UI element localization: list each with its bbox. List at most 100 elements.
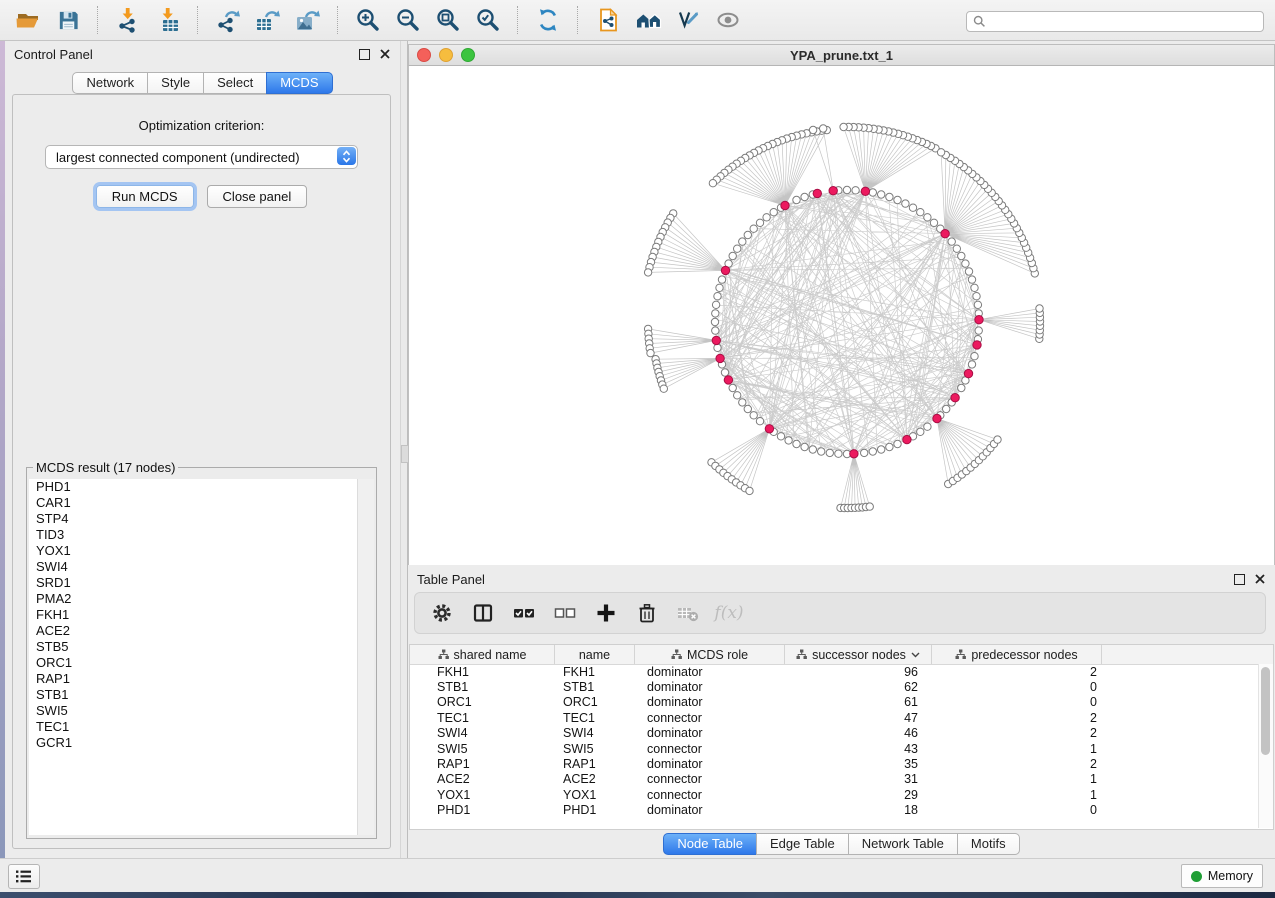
column-header-shared-name[interactable]: shared name [410, 645, 555, 664]
mcds-result-item[interactable]: STB5 [29, 639, 374, 655]
table-row[interactable]: FKH1FKH1dominator962 [410, 664, 1259, 679]
network-hub-node[interactable] [829, 187, 837, 195]
network-node[interactable] [866, 503, 873, 510]
network-hub-node[interactable] [861, 187, 869, 195]
network-node[interactable] [869, 448, 876, 455]
task-history-button[interactable] [8, 864, 40, 889]
network-node[interactable] [1036, 305, 1043, 312]
network-hub-node[interactable] [716, 354, 724, 362]
function-builder-icon[interactable]: f(x) [717, 601, 741, 625]
network-node[interactable] [826, 449, 833, 456]
network-node[interactable] [734, 392, 741, 399]
network-node[interactable] [971, 284, 978, 291]
panel-split-divider[interactable] [400, 41, 408, 858]
network-node[interactable] [801, 193, 808, 200]
table-scrollbar[interactable] [1258, 664, 1273, 828]
network-node[interactable] [793, 196, 800, 203]
network-node[interactable] [660, 385, 667, 392]
tab-select[interactable]: Select [203, 72, 267, 94]
network-node[interactable] [861, 449, 868, 456]
float-table-panel-icon[interactable] [1234, 574, 1245, 585]
network-hub-node[interactable] [975, 316, 983, 324]
mcds-result-item[interactable]: ORC1 [29, 655, 374, 671]
open-file-icon[interactable] [11, 3, 45, 37]
network-hub-node[interactable] [933, 414, 941, 422]
mcds-result-item[interactable]: FKH1 [29, 607, 374, 623]
network-node[interactable] [878, 446, 885, 453]
network-node[interactable] [924, 423, 931, 430]
close-panel-button[interactable]: Close panel [207, 185, 308, 208]
houses-icon[interactable] [631, 3, 665, 37]
network-node[interactable] [712, 327, 719, 334]
network-node[interactable] [968, 276, 975, 283]
network-node[interactable] [878, 191, 885, 198]
network-node[interactable] [793, 440, 800, 447]
network-node[interactable] [894, 440, 901, 447]
mcds-result-item[interactable]: SRD1 [29, 575, 374, 591]
mcds-result-item[interactable]: STP4 [29, 511, 374, 527]
delete-column-trash-icon[interactable] [635, 601, 659, 625]
network-node[interactable] [943, 405, 950, 412]
network-node[interactable] [712, 301, 719, 308]
table-settings-gear-icon[interactable] [430, 601, 454, 625]
search-field[interactable] [966, 11, 1264, 32]
network-node[interactable] [712, 310, 719, 317]
network-hub-node[interactable] [964, 369, 972, 377]
table-row[interactable]: SWI5SWI5connector431 [410, 741, 1259, 756]
eye-icon[interactable] [711, 3, 745, 37]
show-column-panel-icon[interactable] [471, 601, 495, 625]
network-node[interactable] [994, 436, 1001, 443]
network-hub-node[interactable] [724, 376, 732, 384]
network-node[interactable] [809, 126, 816, 133]
mcds-result-item[interactable]: TID3 [29, 527, 374, 543]
network-node[interactable] [818, 448, 825, 455]
network-node[interactable] [729, 252, 736, 259]
mcds-result-item[interactable]: STB1 [29, 687, 374, 703]
network-node[interactable] [785, 437, 792, 444]
network-node[interactable] [924, 214, 931, 221]
network-node[interactable] [718, 276, 725, 283]
network-from-document-icon[interactable] [591, 3, 625, 37]
import-table-icon[interactable] [151, 3, 185, 37]
network-node[interactable] [716, 284, 723, 291]
network-node[interactable] [835, 450, 842, 457]
network-node[interactable] [744, 405, 751, 412]
network-node[interactable] [917, 209, 924, 216]
table-row[interactable]: ACE2ACE2connector311 [410, 772, 1259, 787]
network-node[interactable] [852, 187, 859, 194]
import-network-icon[interactable] [111, 3, 145, 37]
network-node[interactable] [777, 433, 784, 440]
tab-network-table[interactable]: Network Table [848, 833, 958, 855]
column-header-name[interactable]: name [555, 645, 635, 664]
tab-edge-table[interactable]: Edge Table [756, 833, 849, 855]
network-node[interactable] [746, 487, 753, 494]
unselect-all-icon[interactable] [553, 601, 577, 625]
network-node[interactable] [714, 293, 721, 300]
mcds-result-item[interactable]: TEC1 [29, 719, 374, 735]
mcds-result-item[interactable]: GCR1 [29, 735, 374, 751]
network-node[interactable] [958, 384, 965, 391]
close-table-panel-icon[interactable] [1255, 574, 1265, 584]
network-node[interactable] [930, 219, 937, 226]
network-node[interactable] [644, 269, 651, 276]
zoom-in-icon[interactable] [351, 3, 385, 37]
network-node[interactable] [750, 225, 757, 232]
mcds-result-item[interactable]: PHD1 [29, 479, 374, 495]
network-canvas[interactable] [408, 66, 1275, 565]
table-row[interactable]: PHD1PHD1dominator180 [410, 803, 1259, 818]
network-node[interactable] [965, 268, 972, 275]
column-header-successor-nodes[interactable]: successor nodes [785, 645, 932, 664]
export-network-icon[interactable] [211, 3, 245, 37]
table-row[interactable]: TEC1TEC1connector472 [410, 710, 1259, 725]
table-row[interactable]: YOX1YOX1connector291 [410, 787, 1259, 802]
network-hub-node[interactable] [712, 336, 720, 344]
network-node[interactable] [962, 260, 969, 267]
table-row[interactable]: SWI4SWI4dominator462 [410, 726, 1259, 741]
network-node[interactable] [647, 349, 654, 356]
network-node[interactable] [729, 384, 736, 391]
save-session-icon[interactable] [51, 3, 85, 37]
network-node[interactable] [744, 231, 751, 238]
network-node[interactable] [809, 446, 816, 453]
export-table-icon[interactable] [251, 3, 285, 37]
zoom-selected-icon[interactable] [471, 3, 505, 37]
